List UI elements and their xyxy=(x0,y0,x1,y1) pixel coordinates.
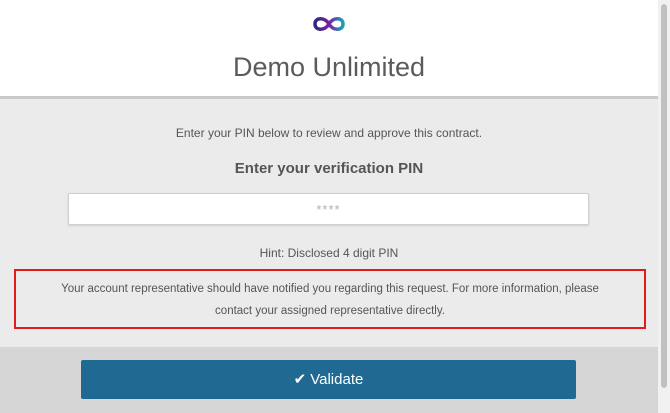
scrollbar-thumb[interactable] xyxy=(661,4,667,388)
vertical-scrollbar[interactable] xyxy=(658,0,670,413)
pin-hint: Hint: Disclosed 4 digit PIN xyxy=(259,246,399,260)
pin-heading: Enter your verification PIN xyxy=(234,160,424,177)
pin-input[interactable] xyxy=(68,193,589,225)
validate-button[interactable]: ✔ Validate xyxy=(81,360,576,399)
instruction-text: Enter your PIN below to review and appro… xyxy=(175,126,483,140)
check-icon: ✔ xyxy=(293,371,307,388)
header: Demo Unlimited xyxy=(0,0,658,99)
infinity-icon xyxy=(313,17,345,31)
notice-line-1: Your account representative should have … xyxy=(61,283,599,295)
validate-label: Validate xyxy=(310,371,364,388)
pin-verification-page: Demo Unlimited Enter your PIN below to r… xyxy=(0,0,658,413)
page-title: Demo Unlimited xyxy=(232,52,426,82)
footer: ✔ Validate xyxy=(0,347,658,413)
notice-box: Your account representative should have … xyxy=(14,269,646,329)
notice-line-2: contact your assigned representative dir… xyxy=(215,305,445,317)
pin-panel: Enter your PIN below to review and appro… xyxy=(0,99,658,347)
